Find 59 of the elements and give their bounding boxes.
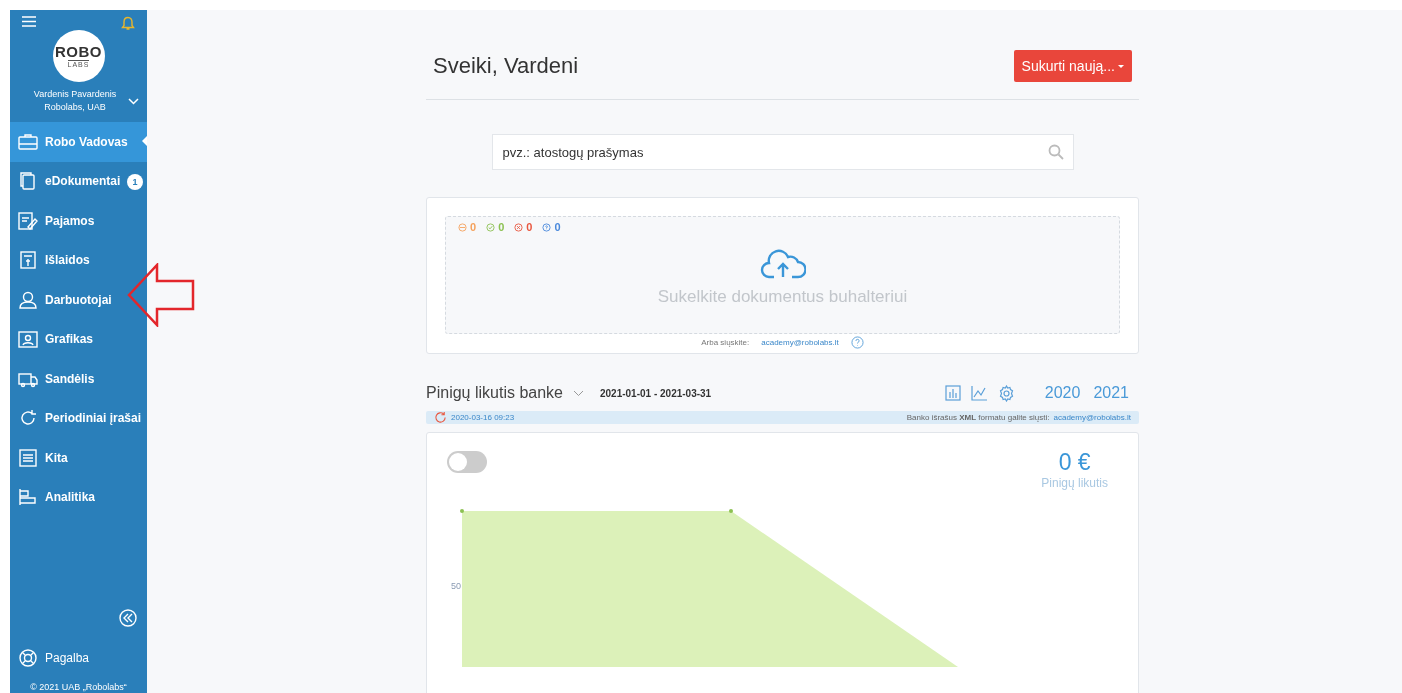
- help-link[interactable]: Pagalba: [10, 638, 147, 678]
- email-label: Arba siųskite:: [701, 338, 750, 347]
- balance-label: Pinigų likutis: [1041, 476, 1108, 490]
- user-name: Vardenis Pavardenis: [33, 88, 117, 101]
- sidebar-item[interactable]: eDokumentai 1: [10, 161, 147, 201]
- greeting-title: Sveiki, Vardeni: [433, 53, 579, 79]
- status-counter: 0: [486, 221, 505, 233]
- notice-text: Banko išrašus XML formatu galite siųsti:: [906, 413, 1050, 422]
- sidebar-item[interactable]: Grafikas: [10, 319, 147, 359]
- year-tab[interactable]: 2021: [1093, 384, 1129, 402]
- count-badge: 1: [127, 173, 143, 190]
- sidebar-item[interactable]: Pajamos: [10, 201, 147, 241]
- status-counter: 0: [458, 221, 477, 233]
- sidebar-item[interactable]: Darbuotojai: [10, 280, 147, 320]
- arrow-annotation: [127, 263, 195, 327]
- person-icon: [18, 290, 38, 309]
- status-counter: 0: [514, 221, 533, 233]
- line-chart-icon[interactable]: [970, 385, 988, 401]
- sidebar-item[interactable]: Išlaidos: [10, 240, 147, 280]
- logo-text: ROBO: [55, 44, 102, 59]
- caret-icon: [1118, 64, 1124, 68]
- email-link[interactable]: academy@robolabs.lt: [1053, 413, 1131, 422]
- chart-bars-icon: [18, 488, 38, 507]
- settings-icon[interactable]: [997, 384, 1015, 402]
- collapse-icon[interactable]: [119, 608, 137, 627]
- refresh-icon: [434, 411, 447, 424]
- sidebar-item[interactable]: Robo Vadovas: [10, 122, 147, 162]
- email-link[interactable]: academy@robolabs.lt: [761, 338, 839, 347]
- lifebuoy-icon: [18, 649, 38, 668]
- copyright-text: © 2021 UAB „Robolabs“: [29, 682, 128, 693]
- toggle-switch[interactable]: [447, 451, 487, 473]
- bell-icon[interactable]: [121, 16, 135, 31]
- company-name: Robolabs, UAB: [44, 101, 106, 114]
- menu-icon[interactable]: [22, 16, 36, 27]
- list-icon: [18, 448, 38, 467]
- balance-amount: 0 €: [1058, 449, 1091, 476]
- help-icon[interactable]: [850, 336, 864, 349]
- create-new-button[interactable]: Sukurti naują...: [1013, 50, 1132, 82]
- sidebar-item[interactable]: Sandėlis: [10, 359, 147, 399]
- briefcase-icon: [18, 132, 38, 151]
- documents-icon: [18, 172, 38, 191]
- axis-tick-label: 50: [451, 581, 461, 591]
- sidebar-item[interactable]: Analitika: [10, 477, 147, 517]
- search-icon[interactable]: [1047, 144, 1064, 160]
- cloud-upload-icon: [759, 249, 806, 279]
- sync-time: 2020-03-16 09:23: [451, 413, 515, 422]
- bank-balance-title: Pinigų likutis banke: [426, 384, 563, 402]
- bar-chart-icon[interactable]: [944, 385, 961, 401]
- refresh-icon: [18, 409, 38, 428]
- calendar-person-icon: [18, 330, 38, 349]
- status-counter: 0: [542, 221, 561, 233]
- year-tab[interactable]: 2020: [1044, 384, 1081, 402]
- sidebar-item[interactable]: Periodiniai įrašai: [10, 398, 147, 438]
- receipt-icon: [18, 251, 38, 270]
- search-field[interactable]: pvz.: atostogų prašymas: [491, 134, 1074, 170]
- date-range[interactable]: 2021-01-01 - 2021-03-31: [599, 387, 712, 399]
- sidebar-item[interactable]: Kita: [10, 438, 147, 478]
- chevron-down-icon[interactable]: [572, 389, 584, 397]
- edit-document-icon: [18, 211, 38, 230]
